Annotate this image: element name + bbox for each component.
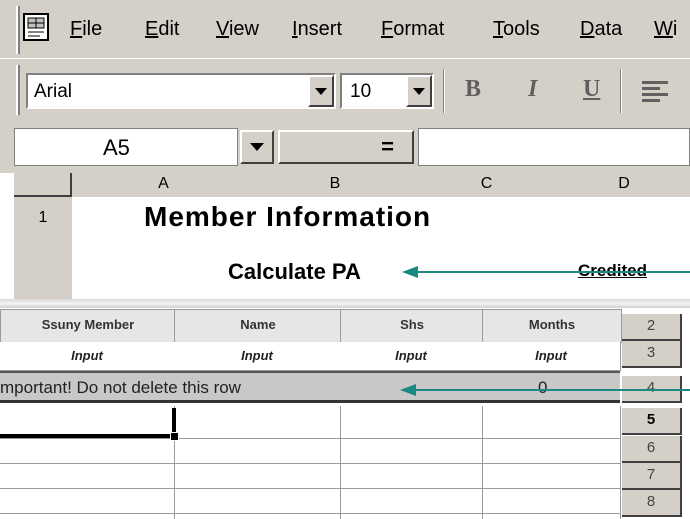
formatting-toolbar: Arial 10 B I U [0, 58, 690, 122]
arrow-calculate-icon [402, 266, 690, 278]
menu-grip [16, 6, 20, 54]
table-header-shares: Shs [340, 309, 484, 343]
font-size-value: 10 [350, 81, 372, 102]
grid-line [340, 406, 341, 519]
column-header-d[interactable]: D [558, 173, 690, 199]
important-note: mportant! Do not delete this row [0, 378, 241, 397]
grid-line [0, 513, 620, 514]
grid-line [0, 438, 620, 439]
row-header-6[interactable]: 6 [622, 436, 682, 463]
grid-line [0, 488, 620, 489]
chevron-down-icon [413, 88, 425, 95]
menu-window[interactable]: Wi [654, 18, 677, 41]
title-cell[interactable]: Member Information [72, 197, 559, 240]
equals-glyph: = [381, 134, 394, 159]
arrow-important-icon [400, 384, 690, 396]
row-number: 1 [38, 209, 48, 226]
font-size-dropdown-button[interactable] [406, 75, 432, 107]
select-all-corner[interactable] [14, 173, 72, 197]
active-cell-border[interactable] [0, 408, 176, 438]
italic-button[interactable]: I [528, 76, 537, 103]
row-header-8[interactable]: 8 [622, 490, 682, 517]
column-header-a[interactable]: A [72, 173, 257, 199]
grid-line [482, 406, 483, 519]
name-box-dropdown-button[interactable] [240, 130, 274, 164]
menu-edit[interactable]: Edit [145, 18, 179, 41]
input-label-c[interactable]: Input [340, 342, 483, 371]
font-size-select[interactable]: 10 [340, 73, 434, 109]
menu-insert[interactable]: Insert [292, 18, 342, 41]
menu-format[interactable]: Format [381, 18, 444, 41]
column-header-b[interactable]: B [255, 173, 417, 199]
input-label-a[interactable]: Input [0, 342, 175, 371]
toolbar-separator [620, 69, 622, 113]
font-name-dropdown-button[interactable] [308, 75, 334, 107]
chevron-down-icon [315, 88, 327, 95]
name-box[interactable]: A5 [14, 128, 238, 166]
grid-line [620, 406, 621, 519]
cell-d1[interactable] [558, 197, 690, 240]
sheet-title: Member Information [144, 201, 432, 232]
row-header-1[interactable]: 1 [14, 197, 74, 241]
font-name-value: Arial [34, 81, 73, 102]
column-header-c[interactable]: C [415, 173, 560, 199]
row-header-2[interactable]: 2 [622, 314, 682, 341]
name-box-value: A5 [103, 135, 130, 160]
formula-bar: A5 = [0, 122, 690, 173]
fill-handle[interactable] [170, 432, 179, 441]
table-header-member: Ssuny Member [0, 309, 176, 343]
font-name-select[interactable]: Arial [26, 73, 336, 109]
toolbar-grip [16, 65, 20, 115]
menu-bar: File Edit View Insert Format Tools Data … [0, 0, 690, 58]
align-left-icon[interactable] [640, 79, 670, 105]
input-label-d[interactable]: Input [482, 342, 621, 371]
menu-data[interactable]: Data [580, 18, 622, 41]
formula-input[interactable] [418, 128, 690, 166]
input-label-b[interactable]: Input [174, 342, 341, 371]
table-header-name: Name [174, 309, 342, 343]
toolbar-separator [443, 69, 445, 113]
menu-view[interactable]: View [216, 18, 259, 41]
table-header-months: Months [482, 309, 622, 343]
calculate-label: Calculate PA [228, 259, 361, 284]
formula-equals-button[interactable]: = [278, 130, 414, 164]
bold-button[interactable]: B [465, 76, 481, 103]
row-header-7[interactable]: 7 [622, 463, 682, 490]
menu-file[interactable]: File [70, 18, 102, 41]
row-header-3[interactable]: 3 [622, 341, 682, 368]
menu-tools[interactable]: Tools [493, 18, 540, 41]
excel-doc-icon[interactable] [22, 12, 54, 42]
row-header-calc[interactable] [14, 239, 74, 301]
chevron-down-icon [250, 143, 264, 151]
grid-line [0, 463, 620, 464]
image-seam [0, 299, 690, 308]
underline-button[interactable]: U [583, 76, 600, 103]
row-header-5[interactable]: 5 [622, 408, 682, 435]
